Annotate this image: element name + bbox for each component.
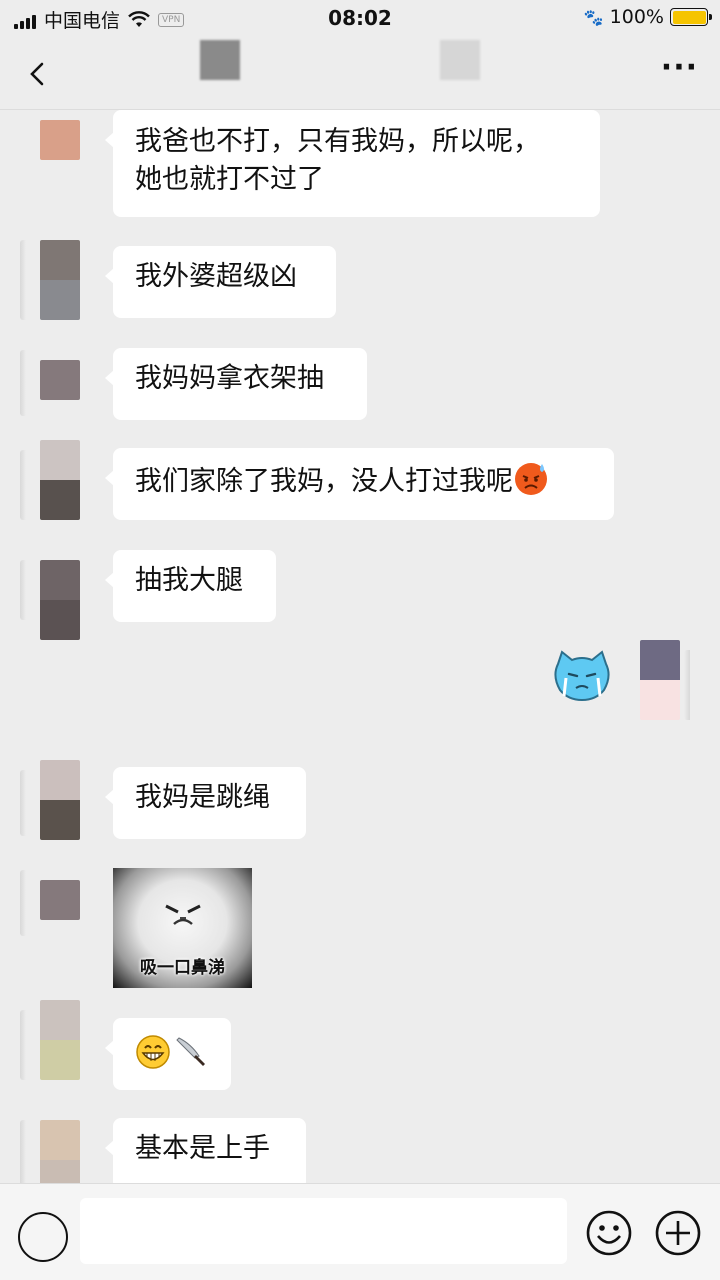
message-text: 我外婆超级凶 xyxy=(135,261,297,292)
message-line: 她也就打不过了 xyxy=(135,164,324,195)
chat-title-redacted-2 xyxy=(440,40,480,80)
input-bar xyxy=(0,1183,720,1280)
grinning-face-emoji-icon xyxy=(136,1035,170,1069)
angry-sweat-emoji-icon xyxy=(515,463,547,495)
avatar[interactable] xyxy=(40,240,80,320)
message-input[interactable] xyxy=(80,1198,567,1264)
message-bubble[interactable]: 我妈是跳绳 xyxy=(105,767,306,839)
avatar[interactable] xyxy=(40,760,80,840)
avatar[interactable] xyxy=(40,560,80,640)
avatar[interactable] xyxy=(40,1120,80,1185)
avatar[interactable] xyxy=(40,120,80,160)
message-text: 我妈妈拿衣架抽 xyxy=(135,363,324,394)
kitchen-knife-emoji-icon xyxy=(176,1037,205,1066)
message-bubble[interactable]: 抽我大腿 xyxy=(105,550,276,622)
avatar[interactable] xyxy=(40,360,80,400)
crying-blue-cat-sticker[interactable] xyxy=(552,650,612,702)
status-right: 🐾 100% xyxy=(583,6,712,28)
message-bubble[interactable]: 我外婆超级凶 xyxy=(105,246,336,318)
message-text: 我们家除了我妈，没人打过我呢 xyxy=(135,466,513,497)
paw-icon: 🐾 xyxy=(583,7,604,27)
meme-image[interactable]: 吸一口鼻涕 xyxy=(113,868,252,988)
message-bubble[interactable] xyxy=(105,1018,231,1090)
voice-button[interactable] xyxy=(18,1212,68,1262)
meme-caption: 吸一口鼻涕 xyxy=(140,958,225,978)
message-text: 基本是上手 xyxy=(135,1133,270,1164)
avatar[interactable] xyxy=(40,440,80,520)
message-bubble[interactable]: 我妈妈拿衣架抽 xyxy=(105,348,367,420)
more-button[interactable]: ··· xyxy=(661,53,698,83)
squint-face-icon xyxy=(165,904,201,925)
message-bubble[interactable]: 基本是上手 xyxy=(105,1118,306,1185)
nav-bar: ··· xyxy=(0,36,720,110)
chat-title-redacted xyxy=(200,40,240,80)
avatar[interactable] xyxy=(40,1000,80,1080)
smiley-icon[interactable] xyxy=(585,1209,633,1257)
chevron-left-icon xyxy=(30,62,44,86)
chat-messages[interactable]: 我爸也不打，只有我妈，所以呢， 她也就打不过了 我外婆超级凶 我妈妈拿衣架抽 我… xyxy=(0,110,720,1185)
back-button[interactable] xyxy=(18,54,58,94)
battery-percent: 100% xyxy=(609,6,664,28)
message-bubble[interactable]: 我们家除了我妈，没人打过我呢 xyxy=(105,448,614,520)
message-text: 我妈是跳绳 xyxy=(135,782,270,813)
status-bar: 中国电信 VPN 08:02 🐾 100% xyxy=(0,0,720,36)
avatar[interactable] xyxy=(40,880,80,920)
message-line: 我爸也不打，只有我妈，所以呢， xyxy=(135,126,540,157)
plus-icon[interactable] xyxy=(654,1209,702,1257)
message-bubble[interactable]: 我爸也不打，只有我妈，所以呢， 她也就打不过了 xyxy=(105,110,600,217)
battery-icon xyxy=(670,8,712,26)
message-text: 抽我大腿 xyxy=(135,565,243,596)
my-avatar[interactable] xyxy=(640,640,680,720)
